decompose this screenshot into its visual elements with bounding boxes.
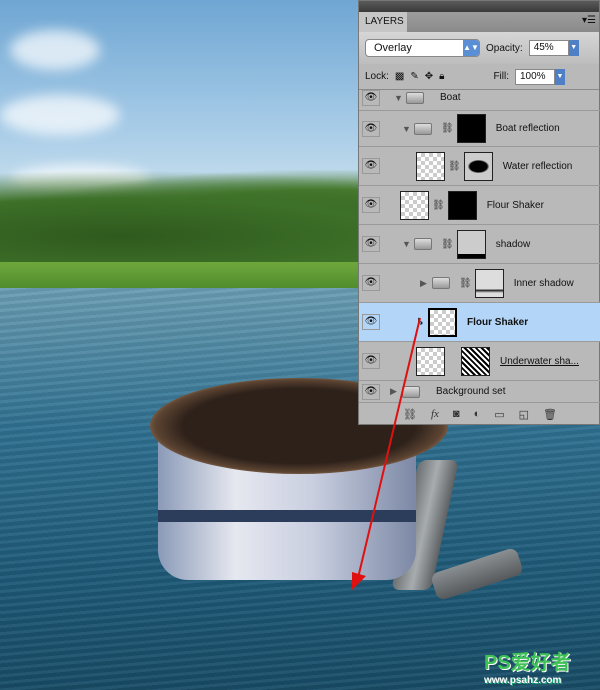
annotation-arrow xyxy=(352,317,421,590)
watermark-logo: PS爱好者 www.psahz.com xyxy=(484,652,571,686)
